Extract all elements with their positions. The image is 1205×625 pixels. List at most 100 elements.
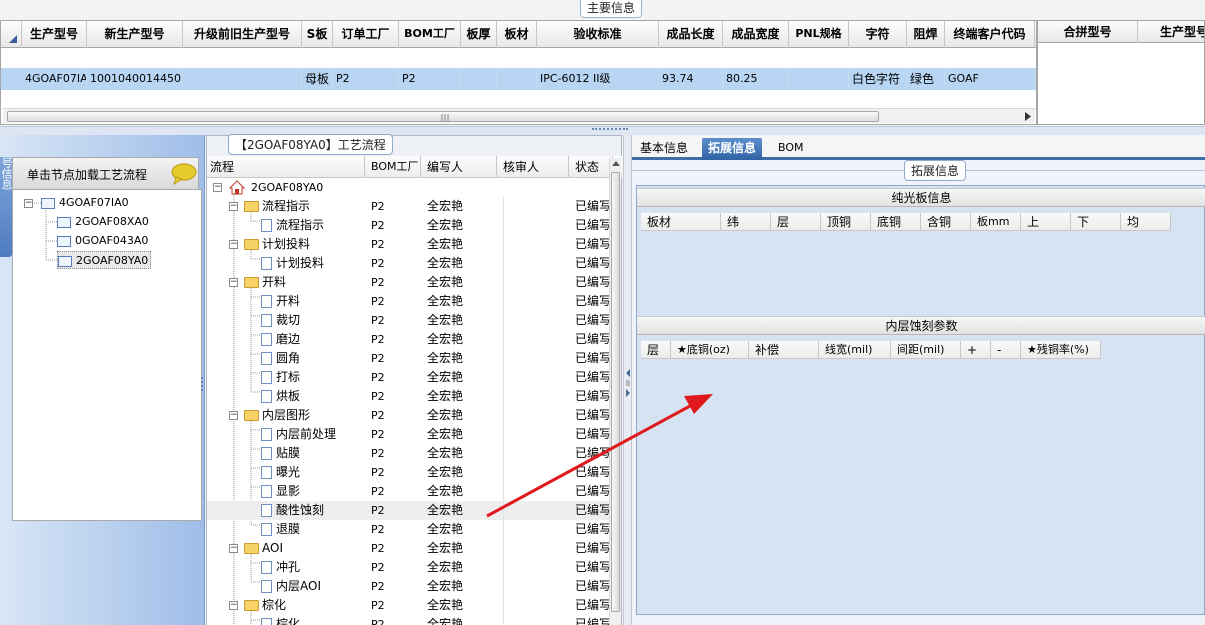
flow-step-row[interactable]: 酸性蚀刻 P2 全宏艳 已编写 — [207, 501, 613, 520]
col-etch-compensation[interactable]: 补偿 — [749, 341, 819, 359]
flow-step-row[interactable]: 退膜 P2 全宏艳 已编写 — [207, 520, 613, 539]
flow-group-row[interactable]: − 棕化 P2 全宏艳 已编写 — [207, 596, 613, 615]
collapse-toggle-icon[interactable]: − — [229, 411, 238, 420]
cell-customer-code[interactable]: GOAF — [945, 68, 1035, 90]
cell-character[interactable]: 白色字符 — [849, 68, 907, 90]
col-bare-board-mm[interactable]: 板mm — [971, 213, 1021, 231]
col-bare-board-average[interactable]: 均 — [1121, 213, 1171, 231]
cell-material[interactable] — [497, 68, 537, 90]
cell-old-production-model[interactable] — [183, 68, 302, 90]
col-header-material[interactable]: 板材 — [497, 21, 537, 48]
panel-grip[interactable] — [592, 128, 628, 132]
cell-bom-factory[interactable]: P2 — [399, 68, 461, 90]
tab-bom[interactable]: BOM — [772, 138, 810, 160]
collapse-toggle-icon[interactable]: − — [229, 544, 238, 553]
col-header-writer[interactable]: 编写人 — [421, 156, 497, 178]
col-header-reviewer[interactable]: 核审人 — [497, 156, 569, 178]
col-header-bom-factory[interactable]: BOM工厂 — [365, 156, 421, 178]
flow-group-row[interactable]: − 内层图形 P2 全宏艳 已编写 — [207, 406, 613, 425]
flow-step-row[interactable]: 内层前处理 P2 全宏艳 已编写 — [207, 425, 613, 444]
flow-step-row[interactable]: 烘板 P2 全宏艳 已编写 — [207, 387, 613, 406]
collapse-toggle-icon[interactable]: − — [229, 240, 238, 249]
cell-order-factory[interactable]: P2 — [333, 68, 399, 90]
flow-step-row[interactable]: 圆角 P2 全宏艳 已编写 — [207, 349, 613, 368]
flow-step-row[interactable]: 计划投料 P2 全宏艳 已编写 — [207, 254, 613, 273]
col-etch-layer[interactable]: 层 — [641, 341, 671, 359]
col-header-finished-width[interactable]: 成品宽度 — [723, 21, 789, 48]
col-header-thickness[interactable]: 板厚 — [461, 21, 497, 48]
tab-basic-info[interactable]: 基本信息 — [634, 138, 694, 160]
vertical-splitter[interactable] — [623, 135, 632, 625]
collapse-toggle-icon[interactable]: − — [229, 601, 238, 610]
cell-s-board[interactable]: 母板 — [302, 68, 333, 90]
flow-step-row[interactable]: 冲孔 P2 全宏艳 已编写 — [207, 558, 613, 577]
col-header-s-board[interactable]: S板 — [302, 21, 333, 48]
col-header-status[interactable]: 状态 — [569, 156, 613, 178]
cell-finished-length[interactable]: 93.74 — [659, 68, 723, 90]
flow-root-row[interactable]: − 2GOAF08YA0 — [207, 178, 613, 197]
horizontal-scrollbar[interactable] — [3, 108, 1035, 123]
flow-group-row[interactable]: − 计划投料 P2 全宏艳 已编写 — [207, 235, 613, 254]
main-info-data-row[interactable]: 4GOAF07IA0 10010400144501 母板 P2 P2 IPC-6… — [1, 68, 1036, 90]
scroll-right-arrow-icon[interactable] — [1023, 111, 1033, 122]
load-process-button[interactable]: 单击节点加载工艺流程 — [12, 157, 199, 189]
col-etch-plus[interactable]: + — [961, 341, 991, 359]
col-header-flow[interactable]: 流程 — [207, 156, 365, 178]
cell-production-model[interactable]: 4GOAF07IA0 — [22, 68, 87, 90]
col-bare-board-upper[interactable]: 上 — [1021, 213, 1071, 231]
cell-solder-mask[interactable]: 绿色 — [907, 68, 945, 90]
col-header-merge-model[interactable]: 合拼型号 — [1038, 21, 1138, 43]
side-collapse-tab[interactable]: 号信息 — [0, 157, 12, 257]
col-bare-board-material[interactable]: 板材 — [641, 213, 721, 231]
cell-pnl-spec[interactable] — [789, 68, 849, 90]
col-bare-board-top-copper[interactable]: 顶铜 — [821, 213, 871, 231]
col-etch-minus[interactable]: - — [991, 341, 1021, 359]
cell-thickness[interactable] — [461, 68, 497, 90]
flow-step-row[interactable]: 流程指示 P2 全宏艳 已编写 — [207, 216, 613, 235]
splitter-arrows-icon[interactable] — [624, 367, 632, 397]
col-header-customer-code[interactable]: 终端客户代码 — [945, 21, 1035, 48]
vertical-scrollbar[interactable] — [609, 158, 621, 625]
col-bare-board-weft[interactable]: 纬 — [721, 213, 771, 231]
col-header-solder-mask[interactable]: 阻焊 — [907, 21, 945, 48]
col-bare-board-bottom-copper[interactable]: 底铜 — [871, 213, 921, 231]
scrollbar-thumb[interactable] — [611, 172, 620, 612]
flow-step-row[interactable]: 打标 P2 全宏艳 已编写 — [207, 368, 613, 387]
flow-step-row[interactable]: 棕化 P2 全宏艳 已编写 — [207, 615, 613, 625]
col-etch-spacing[interactable]: 间距(mil) — [891, 341, 961, 359]
col-header-old-production-model[interactable]: 升级前旧生产型号 — [183, 21, 302, 48]
scroll-up-arrow-icon[interactable] — [610, 158, 622, 170]
col-header-acceptance-standard[interactable]: 验收标准 — [537, 21, 659, 48]
row-selector-header[interactable] — [1, 21, 22, 48]
col-bare-board-lower[interactable]: 下 — [1071, 213, 1121, 231]
col-bare-board-copper-content[interactable]: 含铜 — [921, 213, 971, 231]
flow-step-row[interactable]: 裁切 P2 全宏艳 已编写 — [207, 311, 613, 330]
col-header-production-model[interactable]: 生产型号 — [22, 21, 87, 48]
cell-new-production-model[interactable]: 10010400144501 — [87, 68, 183, 90]
scrollbar-thumb[interactable] — [7, 111, 879, 122]
splitter-grip[interactable] — [201, 377, 205, 391]
col-header-merge-production-model[interactable]: 生产型号 — [1138, 21, 1204, 43]
flow-step-row[interactable]: 显影 P2 全宏艳 已编写 — [207, 482, 613, 501]
col-header-finished-length[interactable]: 成品长度 — [659, 21, 723, 48]
col-header-order-factory[interactable]: 订单工厂 — [333, 21, 399, 48]
flow-group-row[interactable]: − 流程指示 P2 全宏艳 已编写 — [207, 197, 613, 216]
cell-acceptance-standard[interactable]: IPC-6012 II级 — [537, 68, 659, 90]
col-etch-residual-copper[interactable]: ★残铜率(%) — [1021, 341, 1101, 359]
flow-group-row[interactable]: − 开料 P2 全宏艳 已编写 — [207, 273, 613, 292]
tree-node-child-selected[interactable]: 2GOAF08YA0 — [57, 251, 152, 269]
col-header-pnl-spec[interactable]: PNL规格 — [789, 21, 849, 48]
tree-node-child[interactable]: 2GOAF08XA0 — [57, 213, 149, 231]
flow-group-row[interactable]: − AOI P2 全宏艳 已编写 — [207, 539, 613, 558]
flow-step-row[interactable]: 贴膜 P2 全宏艳 已编写 — [207, 444, 613, 463]
cell-finished-width[interactable]: 80.25 — [723, 68, 789, 90]
tree-node-child[interactable]: 0GOAF043A0 — [57, 232, 148, 250]
col-etch-base-copper[interactable]: ★底铜(oz) — [671, 341, 749, 359]
col-header-bom-factory[interactable]: BOM工厂 — [399, 21, 461, 48]
flow-step-row[interactable]: 曝光 P2 全宏艳 已编写 — [207, 463, 613, 482]
tab-extended-info[interactable]: 拓展信息 — [702, 138, 763, 160]
col-header-new-production-model[interactable]: 新生产型号 — [87, 21, 183, 48]
collapse-toggle-icon[interactable]: − — [229, 278, 238, 287]
collapse-toggle-icon[interactable]: − — [229, 202, 238, 211]
col-bare-board-layer[interactable]: 层 — [771, 213, 821, 231]
